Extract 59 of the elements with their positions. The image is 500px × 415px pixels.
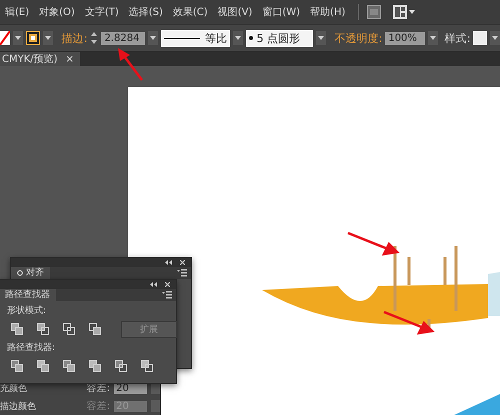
collapse-icon[interactable] — [165, 258, 172, 266]
option-label: 描边颜色 — [0, 400, 37, 412]
dropdown-icon[interactable] — [232, 31, 243, 45]
menu-item[interactable]: 帮助(H) — [305, 5, 350, 19]
stroke-swatch[interactable] — [26, 31, 40, 45]
close-icon[interactable] — [165, 280, 170, 288]
style-swatch[interactable] — [473, 31, 488, 45]
arrow — [384, 310, 435, 335]
menu-item[interactable]: 效果(C) — [168, 5, 213, 19]
section-label: 形状模式: — [7, 304, 48, 317]
shape-mode-icon[interactable] — [89, 323, 101, 335]
bridge-icon[interactable] — [367, 5, 382, 19]
opacity-field[interactable]: 100% — [385, 32, 425, 44]
pathfinder-icon[interactable] — [37, 360, 49, 372]
dropdown-icon[interactable] — [148, 31, 158, 45]
menu-item[interactable]: 文字(T) — [80, 5, 124, 19]
menu-item[interactable]: 辑(E) — [0, 5, 34, 19]
stroke-label[interactable]: 描边: — [62, 30, 88, 46]
menu-item[interactable]: 选择(S) — [124, 5, 168, 19]
menu-item[interactable]: 对象(O) — [34, 5, 80, 19]
spinner-icon[interactable] — [90, 30, 98, 46]
dropdown-icon[interactable] — [316, 31, 326, 45]
option-label: 充颜色 — [0, 382, 28, 394]
opacity-label[interactable]: 不透明度: — [334, 30, 382, 46]
fill-swatch[interactable] — [0, 31, 10, 45]
close-icon[interactable] — [180, 258, 185, 266]
dropdown-icon[interactable] — [42, 31, 53, 45]
arrow — [116, 47, 146, 81]
panel-tab[interactable]: 路径查找器 — [0, 289, 56, 301]
pathfinder-icon[interactable] — [141, 360, 153, 372]
panel-tab[interactable]: 对齐 — [11, 267, 50, 279]
pathfinder-icon[interactable] — [11, 360, 23, 372]
dropdown-icon[interactable] — [490, 31, 500, 45]
tolerance-label: 容差: — [86, 400, 110, 413]
document-tab[interactable]: CMYK/预览) × — [0, 52, 80, 66]
pathfinder-icon[interactable] — [89, 360, 101, 372]
arrow — [348, 232, 400, 256]
pathfinder-icon[interactable] — [115, 360, 127, 372]
dropdown-icon[interactable] — [428, 31, 438, 45]
stroke-weight-field[interactable]: 2.8284 — [101, 32, 145, 44]
diamond-icon — [17, 270, 23, 276]
shape-mode-icon[interactable] — [63, 323, 75, 335]
layout-icon[interactable] — [393, 5, 416, 19]
menu-item[interactable]: 视图(V) — [212, 5, 258, 19]
section-label: 路径查找器: — [7, 342, 56, 354]
stroke-profile-dropdown[interactable]: 等比 — [160, 30, 230, 46]
shape-mode-icon[interactable] — [37, 323, 49, 335]
dropdown-icon[interactable] — [13, 31, 23, 45]
tip-shape — [488, 272, 500, 316]
style-label: 样式: — [444, 30, 470, 46]
triangle-shape — [452, 394, 500, 415]
brush-dropdown[interactable]: 5 点圆形 — [246, 30, 313, 46]
close-icon[interactable]: × — [66, 54, 74, 64]
panel-menu-icon[interactable] — [162, 291, 172, 299]
collapse-icon[interactable] — [150, 280, 157, 288]
menu-item[interactable]: 窗口(W) — [257, 5, 306, 19]
shape-mode-icon[interactable] — [11, 323, 23, 335]
pathfinder-icon[interactable] — [63, 360, 75, 372]
panel-menu-icon[interactable] — [177, 269, 187, 277]
